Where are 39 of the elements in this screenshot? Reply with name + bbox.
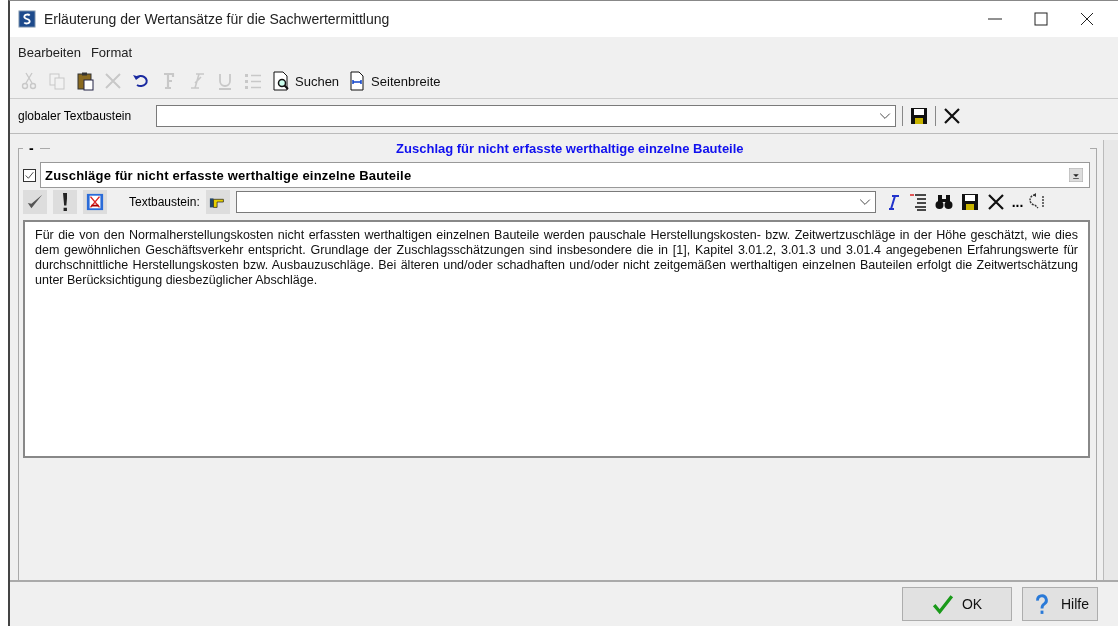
menu-item[interactable]: Format: [90, 45, 133, 60]
hand-pointer-button[interactable]: [205, 190, 230, 214]
page-width-button[interactable]: Seitenbreite: [346, 70, 442, 92]
body-text: Für die von den Normalherstellungskosten nicht erfassten werthaltigen einzelnen Bauteile werden pauschale Herstellungskosten- bzw. Zeitwertzuschläge in der Höhe geschätzt, wie dies dem gewöhnlichen Geschäftsverkehr entspricht. Grundlage der Zuschlagsschätzungen sind insbesondere die in [1], Kapitel 3.01.2, 3.01.3 und 3.01.4 angegebenen Erfahrungswerte für durchschnittliche Herstellungskosten bzw. Ausbauzuschläge. Bei älteren und/oder schadhaften und/oder nicht zeitgemäßen werthaltigen einzelnen Bauteilen erfolgt die Zeitwertschätzung unter Berücksichtigung diesbezüglicher Abschläge.: [35, 228, 1078, 288]
title-field[interactable]: Zuschläge für nicht erfasste werthaltige einzelne Bauteile: [40, 162, 1090, 188]
document-icon: [86, 193, 104, 211]
list-icon: [243, 71, 263, 91]
search-button[interactable]: Suchen: [270, 70, 341, 92]
exclamation-button[interactable]: [53, 190, 77, 214]
field-label: Textbaustein:: [129, 195, 200, 209]
copy-icon: [47, 71, 67, 91]
delete-icon[interactable]: [942, 106, 962, 126]
text-block-dropdown[interactable]: [235, 191, 876, 213]
ok-button[interactable]: OK: [902, 587, 1012, 621]
clipboard-button[interactable]: [74, 70, 96, 92]
text-editor[interactable]: [23, 220, 1090, 458]
more-button[interactable]: ...: [1011, 194, 1024, 210]
help-button[interactable]: Hilfe: [1022, 587, 1098, 621]
exclamation-icon: [62, 193, 68, 211]
clipboard-icon: [75, 71, 95, 91]
field-label: globaler Textbaustein: [18, 109, 133, 123]
scissors-icon: [19, 71, 39, 91]
cross-icon: [103, 71, 123, 91]
delete-icon[interactable]: [985, 192, 1006, 212]
text-block-dropdown[interactable]: [156, 105, 896, 127]
check-button[interactable]: [23, 190, 47, 214]
save-icon[interactable]: [909, 106, 929, 126]
menu-item[interactable]: Bearbeiten: [18, 45, 81, 60]
list-icon[interactable]: [907, 192, 928, 212]
binoculars-icon[interactable]: [933, 192, 954, 212]
check-icon: [26, 193, 44, 211]
document-button[interactable]: [83, 190, 107, 214]
dropdown-button[interactable]: [1069, 168, 1083, 182]
check-icon: [931, 593, 954, 615]
window-title: Erläuterung der Wertansätze für die Sachwertermittlung: [44, 11, 391, 27]
checkbox[interactable]: [23, 168, 36, 182]
save-icon[interactable]: [959, 192, 980, 212]
app-icon: [18, 10, 36, 28]
search-icon: [271, 71, 291, 91]
